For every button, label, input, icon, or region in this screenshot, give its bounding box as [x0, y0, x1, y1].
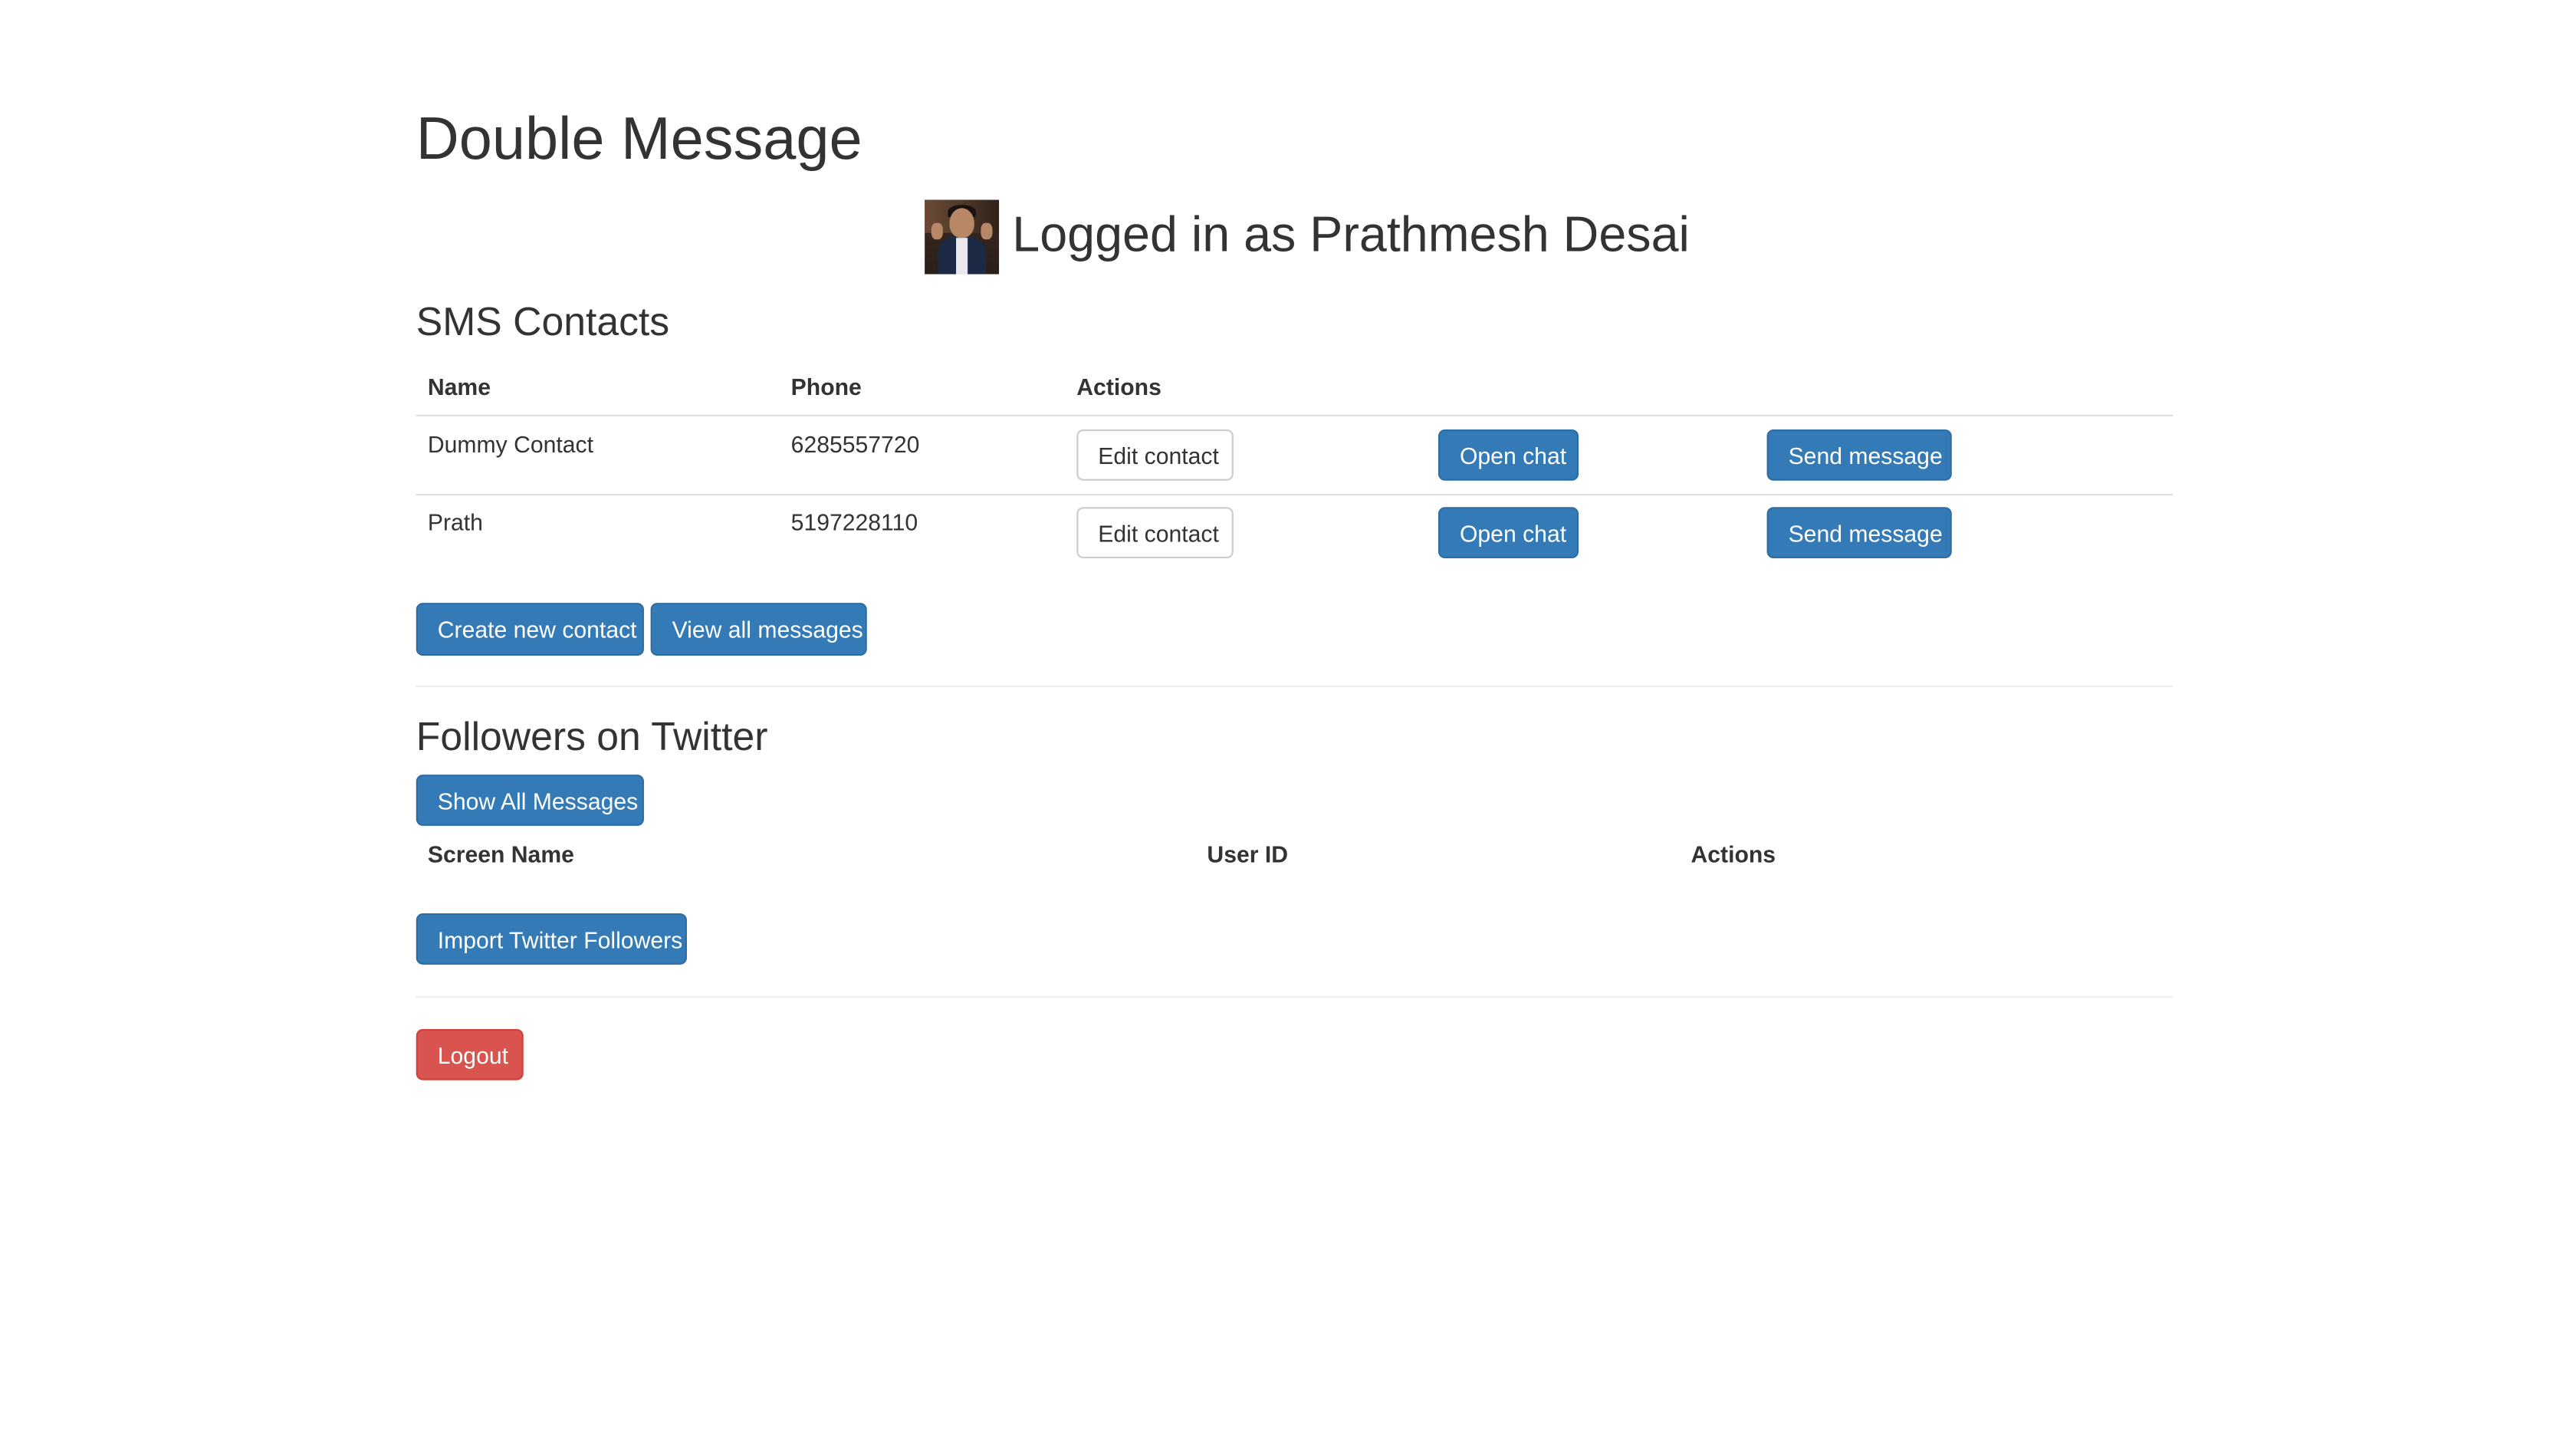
section-divider [416, 685, 2174, 687]
send-message-button[interactable]: Send message [1766, 429, 1952, 481]
column-header-screen-name: Screen Name [427, 840, 574, 867]
sms-contacts-heading: SMS Contacts [416, 300, 670, 346]
edit-contact-button[interactable]: Edit contact [1076, 429, 1234, 481]
page: Double Message Logged in as Prathmesh De… [0, 0, 2576, 1450]
open-chat-button[interactable]: Open chat [1438, 507, 1579, 558]
page-title: Double Message [416, 104, 863, 172]
avatar [925, 199, 1000, 274]
contact-name: Dummy Contact [427, 431, 593, 458]
twitter-followers-heading: Followers on Twitter [416, 715, 768, 760]
edit-contact-button[interactable]: Edit contact [1076, 507, 1234, 558]
column-header-actions: Actions [1076, 373, 1162, 400]
logged-in-banner: Logged in as Prathmesh Desai [925, 198, 1690, 274]
view-all-messages-button[interactable]: View all messages [650, 603, 867, 656]
section-divider [416, 995, 2174, 998]
show-all-messages-button[interactable]: Show All Messages [416, 775, 644, 826]
contact-phone: 5197228110 [790, 508, 918, 535]
logout-button[interactable]: Logout [416, 1028, 524, 1081]
table-row-divider [416, 493, 2174, 496]
column-header-user-id: User ID [1207, 840, 1289, 867]
create-new-contact-button[interactable]: Create new contact [416, 603, 644, 656]
contact-phone: 6285557720 [790, 431, 920, 458]
send-message-button[interactable]: Send message [1766, 507, 1952, 558]
column-header-actions: Actions [1691, 840, 1776, 867]
open-chat-button[interactable]: Open chat [1438, 429, 1579, 481]
column-header-phone: Phone [790, 373, 862, 400]
table-header-divider [416, 414, 2174, 416]
contact-name: Prath [427, 508, 483, 535]
column-header-name: Name [427, 373, 491, 400]
logged-in-label: Logged in as Prathmesh Desai [1012, 208, 1690, 263]
import-twitter-followers-button[interactable]: Import Twitter Followers [416, 913, 687, 965]
